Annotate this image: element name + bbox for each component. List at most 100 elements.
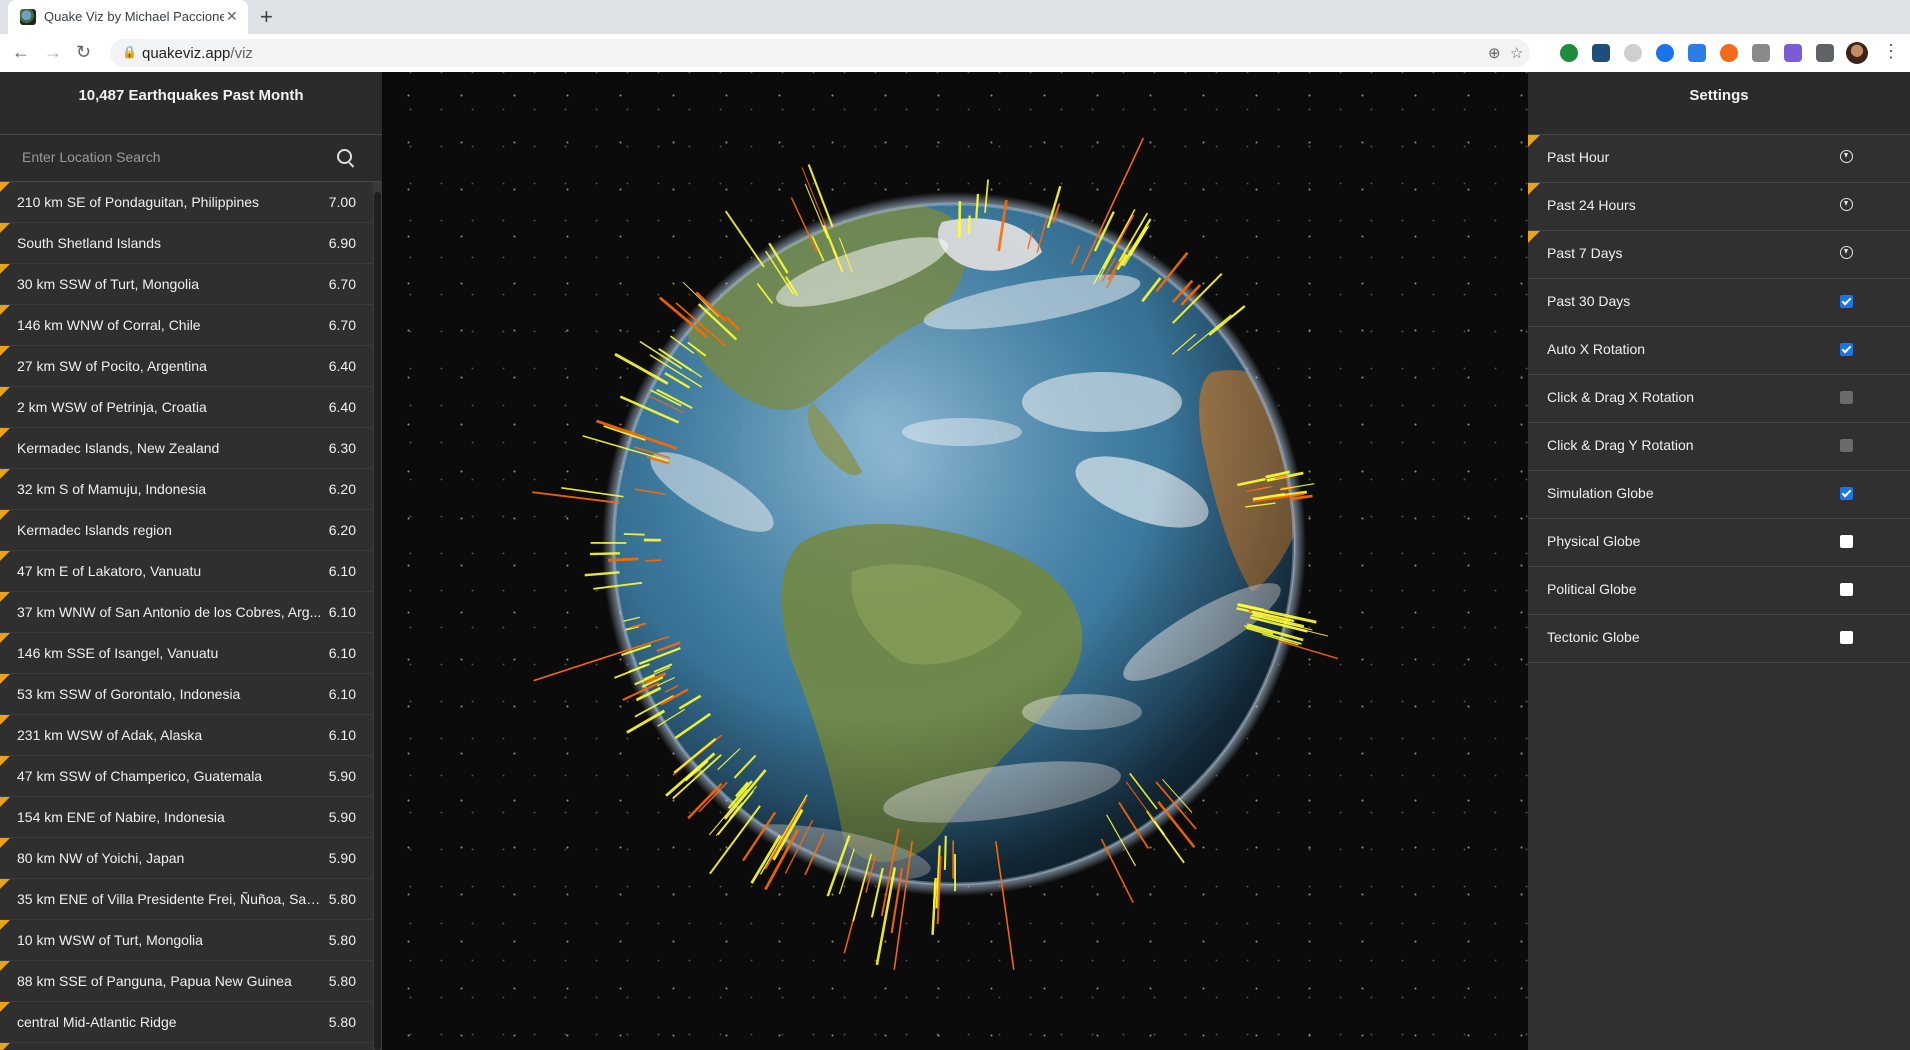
setting-label: Past Hour (1547, 149, 1610, 165)
extensions-puzzle-icon[interactable] (1816, 44, 1834, 62)
setting-checkbox[interactable] (1840, 535, 1853, 548)
earthquake-magnitude: 6.10 (328, 645, 356, 661)
profile-avatar[interactable] (1846, 42, 1868, 64)
setting-checkbox[interactable] (1840, 631, 1853, 644)
earthquake-list-item[interactable]: central Mid-Atlantic Ridge 5.80 (0, 1002, 372, 1043)
extension-purple-icon[interactable] (1784, 44, 1802, 62)
extension-green-icon[interactable] (1560, 44, 1578, 62)
earth-favicon-icon (20, 9, 36, 25)
setting-row[interactable]: Simulation Globe (1528, 471, 1910, 519)
browser-menu-icon[interactable]: ⋮ (1882, 41, 1900, 62)
earthquake-list-item[interactable]: 32 km S of Mamuju, Indonesia 6.20 (0, 469, 372, 510)
setting-row[interactable]: Past 7 Days (1528, 231, 1910, 279)
earthquake-location: 27 km SW of Pocito, Argentina (17, 358, 207, 374)
back-icon[interactable]: ← (12, 42, 30, 62)
earthquake-list-item[interactable]: 146 km SSE of Isangel, Vanuatu 6.10 (0, 633, 372, 674)
setting-row[interactable]: Click & Drag Y Rotation (1528, 423, 1910, 471)
earthquake-list-item[interactable]: 146 km WNW of Corral, Chile 6.70 (0, 305, 372, 346)
earthquake-spike (608, 557, 639, 562)
address-bar[interactable]: 🔒 quakeviz.app/viz ⊕ ☆ (110, 39, 1530, 67)
download-icon[interactable] (1840, 150, 1853, 163)
tab-title: Quake Viz by Michael Paccione (44, 9, 224, 24)
earthquake-list-item[interactable]: 35 km ENE of Villa Presidente Frei, Ñuño… (0, 879, 372, 920)
earthquake-list-item[interactable]: 231 km WSW of Adak, Alaska 6.10 (0, 715, 372, 756)
forward-icon[interactable]: → (44, 42, 62, 62)
setting-row[interactable]: Past 24 Hours (1528, 183, 1910, 231)
earthquake-location: 2 km WSW of Petrinja, Croatia (17, 399, 207, 415)
earthquake-location: 32 km S of Mamuju, Indonesia (17, 481, 207, 497)
earthquake-location: Kermadec Islands region (17, 522, 172, 538)
earthquake-magnitude: 5.80 (328, 932, 356, 948)
setting-row[interactable]: Tectonic Globe (1528, 615, 1910, 663)
extension-orange-icon[interactable] (1720, 44, 1738, 62)
earthquake-list-item[interactable]: 36 km NW of Finschhafen, Papua New Guine… (0, 1043, 372, 1050)
earthquake-list-item[interactable]: 30 km SSW of Turt, Mongolia 6.70 (0, 264, 372, 305)
extension-react-icon[interactable] (1592, 44, 1610, 62)
extension-blue-square-icon[interactable] (1688, 44, 1706, 62)
earthquake-list-item[interactable]: 80 km NW of Yoichi, Japan 5.90 (0, 838, 372, 879)
new-tab-icon[interactable]: + (260, 4, 273, 30)
earthquake-magnitude: 6.30 (328, 440, 356, 456)
setting-checkbox[interactable] (1840, 487, 1853, 500)
setting-checkbox[interactable] (1840, 343, 1853, 356)
earthquake-spike (724, 210, 765, 268)
earthquake-magnitude: 5.90 (328, 768, 356, 784)
download-icon[interactable] (1840, 198, 1853, 211)
setting-label: Tectonic Globe (1547, 629, 1640, 645)
earthquake-spike (807, 164, 834, 228)
lock-icon[interactable]: 🔒 (122, 45, 137, 59)
extension-camera-icon[interactable] (1752, 44, 1770, 62)
earthquake-location: 35 km ENE of Villa Presidente Frei, Ñuño… (17, 891, 325, 907)
setting-row[interactable]: Click & Drag X Rotation (1528, 375, 1910, 423)
globe-visualization[interactable] (382, 72, 1528, 1050)
setting-row[interactable]: Past 30 Days (1528, 279, 1910, 327)
browser-tab[interactable]: Quake Viz by Michael Paccione ✕ (8, 0, 248, 34)
setting-checkbox[interactable] (1840, 583, 1853, 596)
earthquake-location: central Mid-Atlantic Ridge (17, 1014, 177, 1030)
setting-checkbox[interactable] (1840, 295, 1853, 308)
earthquake-list-item[interactable]: 27 km SW of Pocito, Argentina 6.40 (0, 346, 372, 387)
earthquake-list-item[interactable]: 47 km SSW of Champerico, Guatemala 5.90 (0, 756, 372, 797)
globe-svg[interactable] (382, 72, 1528, 1050)
earthquake-list-item[interactable]: Kermadec Islands, New Zealand 6.30 (0, 428, 372, 469)
earthquake-list-item[interactable]: 210 km SE of Pondaguitan, Philippines 7.0… (0, 182, 372, 223)
download-icon[interactable] (1840, 246, 1853, 259)
search-icon[interactable] (337, 149, 352, 164)
setting-label: Click & Drag X Rotation (1547, 389, 1695, 405)
setting-label: Past 30 Days (1547, 293, 1631, 309)
earthquake-spike (957, 201, 962, 238)
setting-row[interactable]: Political Globe (1528, 567, 1910, 615)
setting-row[interactable]: Past Hour (1528, 135, 1910, 183)
bookmark-star-icon[interactable]: ☆ (1510, 44, 1523, 62)
reload-icon[interactable]: ↻ (76, 42, 91, 62)
list-scrollbar-thumb[interactable] (374, 192, 381, 1050)
earthquake-list-item[interactable]: 53 km SSW of Gorontalo, Indonesia 6.10 (0, 674, 372, 715)
earthquake-list-item[interactable]: South Shetland Islands 6.90 (0, 223, 372, 264)
setting-row[interactable]: Physical Globe (1528, 519, 1910, 567)
earthquake-location: 231 km WSW of Adak, Alaska (17, 727, 203, 743)
location-search-bar (0, 135, 382, 182)
earthquake-spike (589, 552, 620, 556)
settings-title: Settings (1528, 72, 1910, 135)
setting-checkbox[interactable] (1840, 391, 1853, 404)
earthquake-list-item[interactable]: Kermadec Islands region 6.20 (0, 510, 372, 551)
earthquake-magnitude: 6.20 (328, 481, 356, 497)
location-search-input[interactable] (12, 143, 342, 171)
globe-shading (614, 204, 1294, 884)
earthquake-list-item[interactable]: 10 km WSW of Turt, Mongolia 5.80 (0, 920, 372, 961)
earthquake-list-item[interactable]: 2 km WSW of Petrinja, Croatia 6.40 (0, 387, 372, 428)
extension-blue-circle-icon[interactable] (1656, 44, 1674, 62)
earthquake-list-item[interactable]: 88 km SSE of Panguna, Papua New Guinea 5.… (0, 961, 372, 1002)
close-tab-icon[interactable]: ✕ (226, 8, 238, 25)
install-app-icon[interactable]: ⊕ (1488, 44, 1501, 62)
extension-gray-icon[interactable] (1624, 44, 1642, 62)
earthquake-location: 10 km WSW of Turt, Mongolia (17, 932, 203, 948)
earthquake-location: 88 km SSE of Panguna, Papua New Guinea (17, 973, 292, 989)
earthquake-list-item[interactable]: 37 km WNW of San Antonio de los Cobres, … (0, 592, 372, 633)
earthquake-location: South Shetland Islands (17, 235, 161, 251)
setting-row[interactable]: Auto X Rotation (1528, 327, 1910, 375)
earthquake-list-item[interactable]: 47 km E of Lakatoro, Vanuatu 6.10 (0, 551, 372, 592)
url-text[interactable]: quakeviz.app/viz (142, 45, 253, 62)
setting-checkbox[interactable] (1840, 439, 1853, 452)
earthquake-list-item[interactable]: 154 km ENE of Nabire, Indonesia 5.90 (0, 797, 372, 838)
